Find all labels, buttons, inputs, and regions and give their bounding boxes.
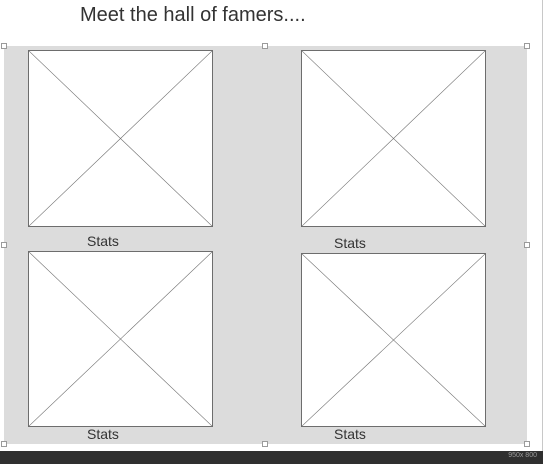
image-placeholder-1[interactable]: [28, 50, 213, 227]
resize-handle-bottom-right[interactable]: [524, 441, 530, 447]
canvas-size-readout: 950x 800: [508, 452, 537, 459]
resize-handle-top-right[interactable]: [524, 43, 530, 49]
resize-handle-bottom-center[interactable]: [262, 441, 268, 447]
stats-label: Stats: [334, 235, 366, 251]
image-placeholder-2[interactable]: [301, 50, 486, 227]
image-placeholder-icon: [302, 51, 485, 226]
status-bar: 950x 800: [0, 451, 543, 464]
resize-handle-bottom-left[interactable]: [1, 441, 7, 447]
resize-handle-middle-right[interactable]: [524, 242, 530, 248]
stats-label: Stats: [334, 426, 366, 442]
resize-handle-top-center[interactable]: [262, 43, 268, 49]
image-placeholder-3[interactable]: [28, 251, 213, 427]
image-placeholder-4[interactable]: [301, 253, 486, 427]
image-placeholder-icon: [29, 252, 212, 426]
resize-handle-top-left[interactable]: [1, 43, 7, 49]
page-title: Meet the hall of famers....: [80, 4, 306, 26]
image-placeholder-icon: [302, 254, 485, 426]
image-placeholder-icon: [29, 51, 212, 226]
stats-label: Stats: [87, 426, 119, 442]
stats-label: Stats: [87, 233, 119, 249]
resize-handle-middle-left[interactable]: [1, 242, 7, 248]
